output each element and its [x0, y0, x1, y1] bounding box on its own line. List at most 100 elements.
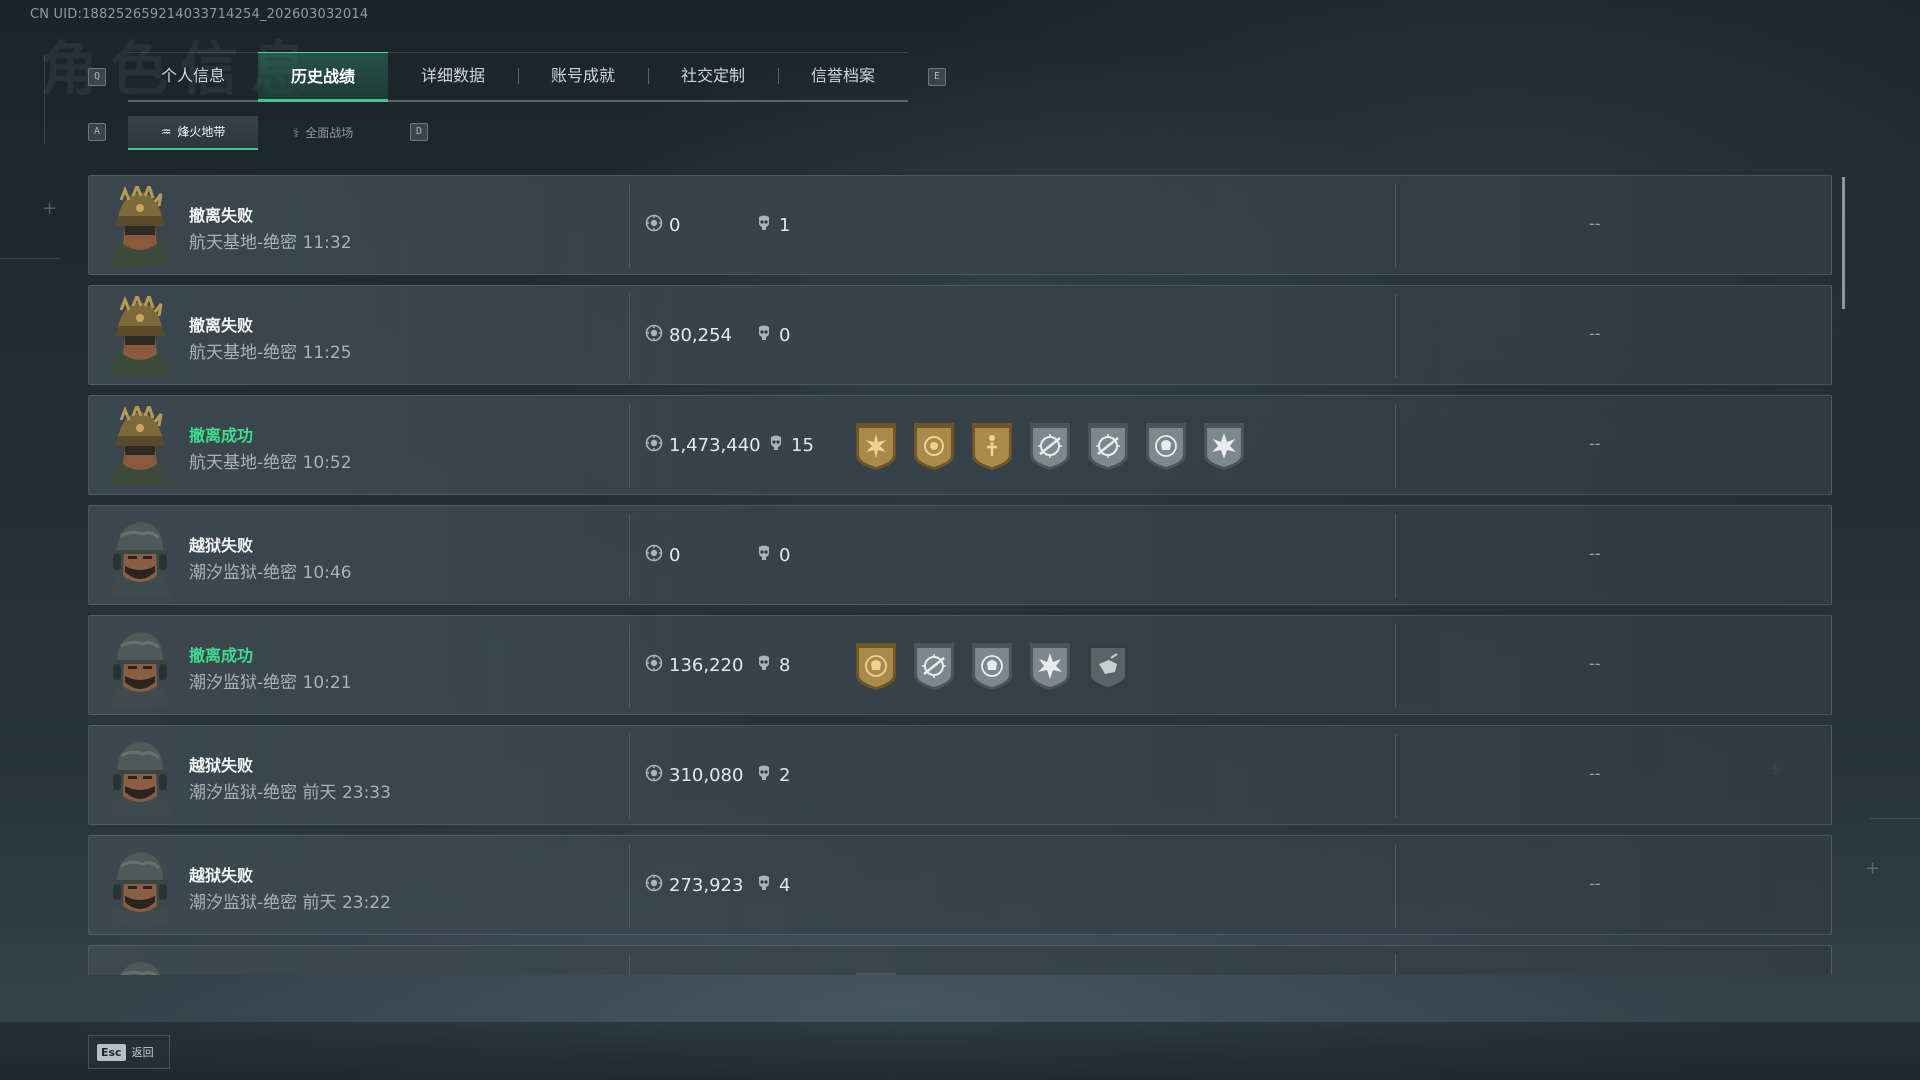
explosion-badge-icon[interactable]	[1027, 640, 1073, 696]
operator-avatar	[101, 846, 179, 926]
skull-icon	[755, 324, 773, 347]
extra-info: --	[1589, 214, 1601, 233]
skull-target-badge-icon[interactable]	[853, 640, 899, 696]
match-row[interactable]: 撤离成功 航天基地-绝密 10:52 1,473,440 15 --	[88, 395, 1832, 495]
decor-line	[1870, 818, 1920, 819]
crosshair-rifle-badge-icon[interactable]	[1027, 420, 1073, 476]
loot-value-stat: 0	[645, 544, 680, 567]
match-result: 越狱失败	[189, 756, 254, 775]
crosshair-rifle-badge-icon[interactable]	[853, 970, 899, 975]
medal-list	[853, 640, 1131, 696]
tab-2[interactable]: 详细数据	[388, 52, 518, 100]
match-history-list[interactable]: 撤离失败 航天基地-绝密 11:32 0 1 -- 撤离失败 航天基地-绝密 11:25 80…	[88, 175, 1832, 975]
kills-stat: 15	[767, 434, 814, 457]
extra-info: --	[1589, 764, 1601, 783]
subtab-0[interactable]: ♒ 烽火地带	[128, 116, 258, 150]
loot-value: 1,473,440	[669, 435, 761, 456]
operator-avatar	[101, 956, 179, 975]
prev-tab-key-hint[interactable]: Q	[88, 68, 106, 86]
operator-avatar	[101, 736, 179, 816]
extra-info: --	[1589, 654, 1601, 673]
kill-count: 8	[779, 655, 791, 676]
loot-value-stat: 136,220	[645, 654, 743, 677]
loot-value-icon	[645, 544, 663, 567]
kill-count: 15	[791, 435, 814, 456]
loot-value-stat: 310,080	[645, 764, 743, 787]
map-and-time: 潮汐监狱-绝密 前天 23:33	[189, 783, 391, 803]
row-divider	[1395, 844, 1396, 928]
operator-avatar	[101, 401, 179, 486]
next-subtab-key-hint[interactable]: D	[410, 123, 428, 141]
match-row[interactable]: 越狱失败 潮汐监狱-绝密 10:46 0 0 --	[88, 505, 1832, 605]
kills-stat: 8	[755, 654, 790, 677]
skull-target-badge-icon[interactable]	[1143, 420, 1189, 476]
loot-value: 0	[669, 215, 681, 236]
loot-value: 310,080	[669, 765, 744, 786]
row-divider	[629, 624, 630, 708]
mode-tab-bar: ♒ 烽火地带 ⚕ 全面战场	[128, 116, 388, 150]
match-result: 撤离失败	[189, 316, 254, 335]
skull-target-badge-icon[interactable]	[969, 640, 1015, 696]
prev-subtab-key-hint[interactable]: A	[88, 123, 106, 141]
map-and-time: 航天基地-绝密 10:52	[189, 453, 352, 473]
subtab-label: 全面战场	[305, 126, 354, 140]
loot-value: 136,220	[669, 655, 744, 676]
medal-list	[853, 970, 899, 975]
match-row[interactable]: 撤离失败 航天基地-绝密 11:25 80,254 0 --	[88, 285, 1832, 385]
map-and-time: 潮汐监狱-绝密 10:46	[189, 563, 352, 583]
medal-list	[853, 420, 1247, 476]
fire-zone-icon: ♒	[160, 125, 172, 139]
skull-icon	[755, 544, 773, 567]
target-badge-icon[interactable]	[911, 420, 957, 476]
next-tab-key-hint[interactable]: E	[928, 68, 946, 86]
match-row[interactable]: 越狱失败 潮汐监狱-绝密 前天 23:22 273,923 4 --	[88, 835, 1832, 935]
match-result: 撤离成功	[189, 426, 254, 445]
match-row[interactable]: 越狱失败	[88, 945, 1832, 975]
loot-value-icon	[645, 434, 663, 457]
match-row[interactable]: 撤离失败 航天基地-绝密 11:32 0 1 --	[88, 175, 1832, 275]
loot-value-icon	[645, 764, 663, 787]
tab-4[interactable]: 社交定制	[648, 52, 778, 100]
match-row[interactable]: 撤离成功 潮汐监狱-绝密 10:21 136,220 8 --	[88, 615, 1832, 715]
match-result: 越狱失败	[189, 972, 253, 975]
loot-value-icon	[645, 324, 663, 347]
list-scrollbar[interactable]	[1842, 177, 1845, 309]
medic-badge-icon[interactable]	[969, 420, 1015, 476]
crosshair-rifle-badge-icon[interactable]	[1085, 420, 1131, 476]
skull-icon	[755, 214, 773, 237]
map-and-time: 潮汐监狱-绝密 10:21	[189, 673, 352, 693]
explosion-badge-icon[interactable]	[1201, 420, 1247, 476]
match-row[interactable]: 越狱失败 潮汐监狱-绝密 前天 23:33 310,080 2 --	[88, 725, 1832, 825]
kills-stat: 4	[755, 874, 790, 897]
skull-icon	[755, 654, 773, 677]
battlefield-icon: ⚕	[292, 126, 300, 140]
row-divider	[629, 734, 630, 818]
row-divider	[629, 404, 630, 488]
tab-0[interactable]: 个人信息	[128, 52, 258, 100]
hand-badge-icon[interactable]	[1085, 640, 1131, 696]
row-divider	[629, 184, 630, 268]
sunburst-badge-icon[interactable]	[853, 420, 899, 476]
tab-5[interactable]: 信誉档案	[778, 52, 908, 100]
kills-stat: 0	[755, 544, 790, 567]
subtab-1[interactable]: ⚕ 全面战场	[258, 116, 388, 150]
match-result: 越狱失败	[189, 866, 254, 885]
main-tab-bar: 个人信息 历史战绩 详细数据 账号成就 社交定制 信誉档案	[128, 52, 908, 102]
extra-info: --	[1589, 324, 1601, 343]
row-divider	[1395, 294, 1396, 378]
uid-label: CN UID:188252659214033714254_20260303201…	[30, 7, 369, 22]
kills-stat: 0	[755, 324, 790, 347]
map-and-time: 潮汐监狱-绝密 前天 23:22	[189, 893, 391, 913]
extra-info: --	[1589, 874, 1601, 893]
skull-icon	[767, 434, 785, 457]
bottom-bar	[0, 1022, 1920, 1080]
row-divider	[629, 954, 630, 975]
tab-1[interactable]: 历史战绩	[258, 52, 388, 102]
operator-avatar	[101, 291, 179, 376]
loot-value-icon	[645, 874, 663, 897]
loot-value-stat: 1,473,440	[645, 434, 761, 457]
crosshair-rifle-badge-icon[interactable]	[911, 640, 957, 696]
back-button[interactable]: Esc 返回	[88, 1035, 170, 1069]
tab-3[interactable]: 账号成就	[518, 52, 648, 100]
operator-avatar	[101, 516, 179, 596]
